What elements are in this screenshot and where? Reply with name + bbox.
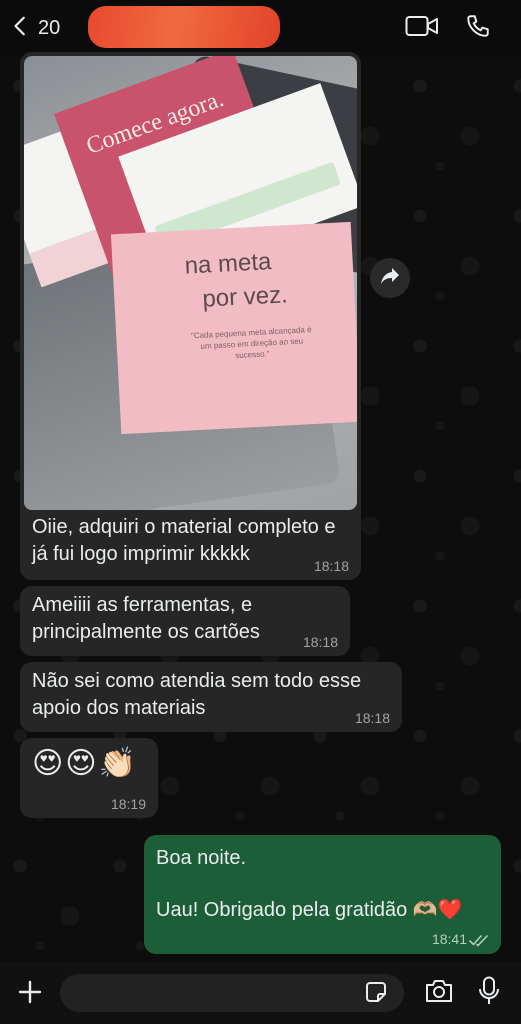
chat-header: 20 (0, 0, 521, 56)
incoming-message[interactable]: Não sei como atendia sem todo esse apoio… (20, 662, 402, 732)
video-icon (405, 14, 439, 43)
photo-printed-cards[interactable]: Comece agora. na meta por vez. "Cada peq… (24, 56, 357, 510)
forward-button[interactable] (370, 258, 410, 298)
incoming-message[interactable]: Ameiiii as ferramentas, e principalmente… (20, 586, 350, 656)
message-text: Ameiiii as ferramentas, e principalmente… (32, 594, 260, 643)
video-call-button[interactable] (404, 12, 440, 44)
message-time: 18:18 (313, 558, 349, 574)
incoming-image-message[interactable]: Comece agora. na meta por vez. "Cada peq… (20, 52, 361, 580)
camera-button[interactable] (422, 978, 456, 1008)
sticker-button[interactable] (362, 980, 390, 1008)
message-input[interactable] (60, 974, 404, 1012)
incoming-emoji-message[interactable]: 😍😍👏🏻 18:19 (20, 738, 158, 818)
message-text: Oiie, adquiri o material completo e já f… (32, 516, 336, 565)
composer-bar (0, 962, 521, 1024)
plus-icon (18, 980, 42, 1009)
read-ticks-icon (469, 933, 489, 947)
chevron-left-icon (10, 15, 32, 42)
photo-card-pink-sub: "Cada pequena meta alcançada é um passo … (190, 325, 312, 361)
unread-count: 20 (38, 16, 61, 39)
photo-card-pink-line2: por vez. (201, 281, 289, 313)
message-emojis: 😍😍👏🏻 (32, 747, 138, 780)
photo-card-pink: na meta por vez. "Cada pequena meta alca… (110, 221, 357, 435)
attach-button[interactable] (14, 978, 46, 1010)
message-text-line1: Boa noite. (156, 847, 247, 869)
microphone-icon (478, 976, 500, 1011)
outgoing-message[interactable]: Boa noite. Uau! Obrigado pela gratidão 🫶… (144, 835, 501, 954)
photo-card-pink-line1: na meta (183, 248, 272, 280)
forward-icon (380, 267, 400, 290)
microphone-button[interactable] (474, 976, 504, 1010)
back-button[interactable]: 20 (10, 10, 60, 46)
message-text: Não sei como atendia sem todo esse apoio… (32, 670, 362, 719)
camera-icon (424, 978, 454, 1009)
message-text-line2: Uau! Obrigado pela gratidão 🫶🏼❤️ (156, 899, 463, 921)
message-time: 18:18 (302, 634, 338, 650)
message-time: 18:18 (354, 710, 390, 726)
voice-call-button[interactable] (460, 12, 496, 44)
phone-icon (465, 13, 491, 44)
sticker-icon (364, 980, 388, 1009)
message-time: 18:19 (110, 796, 146, 812)
message-time: 18:41 (431, 931, 467, 947)
contact-name-redacted[interactable] (88, 6, 280, 48)
